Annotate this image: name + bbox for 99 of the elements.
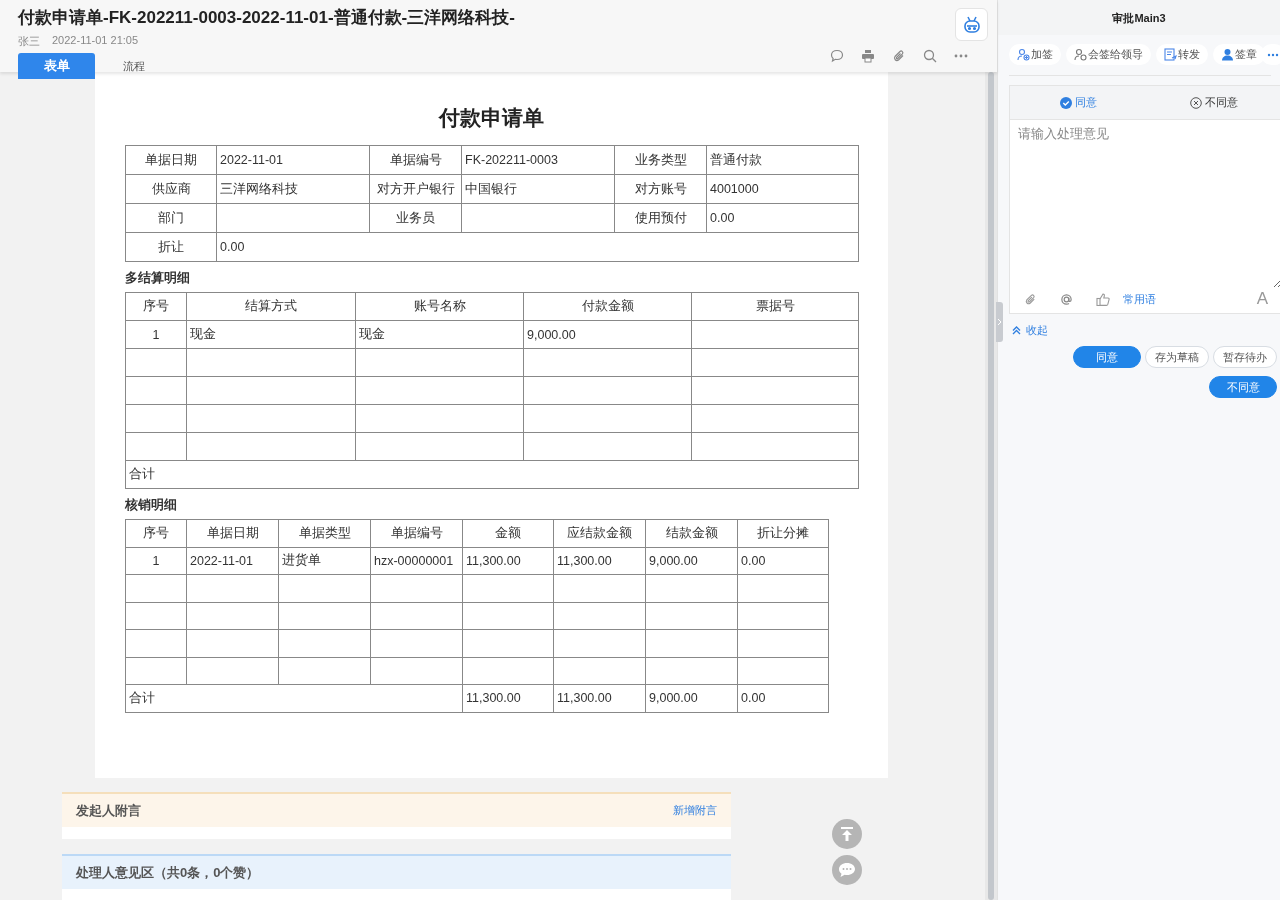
field-label: 业务员 bbox=[369, 203, 462, 233]
robot-icon bbox=[961, 14, 982, 35]
tab[interactable]: 表单 bbox=[18, 53, 95, 79]
column-header: 折让分摊 bbox=[737, 519, 829, 547]
section-title: 处理人意见区（共0条，0个赞） bbox=[76, 863, 260, 882]
section-title: 发起人附言 bbox=[76, 801, 141, 820]
user-icon bbox=[1221, 48, 1234, 61]
column-header: 付款金额 bbox=[523, 292, 692, 321]
paperclip-icon[interactable] bbox=[892, 49, 906, 63]
table-cell: 现金 bbox=[186, 320, 356, 349]
table-cell: hzx-00000001 bbox=[370, 547, 463, 575]
column-header: 票据号 bbox=[691, 292, 859, 321]
action-button[interactable]: 转发 bbox=[1156, 44, 1208, 65]
column-header: 单据编号 bbox=[370, 519, 463, 547]
total-label: 合计 bbox=[125, 460, 859, 489]
user-plus-icon bbox=[1017, 48, 1030, 61]
column-header: 序号 bbox=[125, 519, 187, 547]
field-value: 中国银行 bbox=[461, 174, 615, 204]
total-cell: 11,300.00 bbox=[553, 684, 646, 712]
column-header: 结算方式 bbox=[186, 292, 356, 321]
action-button[interactable]: 会签给领导 bbox=[1066, 44, 1151, 65]
collapse-link[interactable]: 收起 bbox=[1012, 323, 1048, 338]
table-cell: 0.00 bbox=[737, 547, 829, 575]
arrow-up-icon bbox=[839, 826, 855, 842]
total-cell: 9,000.00 bbox=[645, 684, 738, 712]
search-icon[interactable] bbox=[923, 49, 937, 63]
field-value: 0.00 bbox=[706, 203, 859, 233]
document-forward-icon bbox=[1164, 48, 1177, 61]
field-label: 供应商 bbox=[125, 174, 217, 204]
table-cell: 9,000.00 bbox=[645, 547, 738, 575]
column-header: 单据日期 bbox=[186, 519, 279, 547]
more-icon bbox=[1267, 52, 1279, 57]
section-title: 多结算明细 bbox=[125, 270, 191, 287]
common-phrases-link[interactable]: 常用语 bbox=[1123, 291, 1156, 307]
chat-button[interactable] bbox=[832, 855, 862, 885]
field-value: 0.00 bbox=[216, 232, 859, 262]
panel-collapse-handle[interactable] bbox=[996, 302, 1003, 342]
decision-tab[interactable]: 不同意 bbox=[1146, 86, 1280, 119]
panel-title: 审批Main3 bbox=[998, 0, 1280, 35]
action-button[interactable]: 签章 bbox=[1213, 44, 1265, 65]
chat-icon bbox=[838, 862, 856, 878]
column-header: 账号名称 bbox=[355, 292, 524, 321]
field-value: 4001000 bbox=[706, 174, 859, 204]
chevron-right-icon bbox=[997, 318, 1002, 326]
field-label: 单据编号 bbox=[369, 145, 462, 175]
table-cell: 1 bbox=[125, 547, 187, 575]
scrollbar-thumb[interactable] bbox=[988, 72, 994, 900]
mention-icon[interactable] bbox=[1060, 292, 1073, 306]
author-name: 张三 bbox=[18, 34, 40, 49]
column-header: 序号 bbox=[125, 292, 187, 321]
paperclip-icon[interactable] bbox=[1024, 292, 1037, 306]
thumbs-up-icon[interactable] bbox=[1096, 292, 1110, 306]
tab[interactable]: 流程 bbox=[95, 53, 172, 79]
column-header: 金额 bbox=[462, 519, 554, 547]
field-value: FK-202211-0003 bbox=[461, 145, 615, 175]
field-value: 三洋网络科技 bbox=[216, 174, 370, 204]
table-cell: 1 bbox=[125, 320, 187, 349]
field-value: 普通付款 bbox=[706, 145, 859, 175]
column-header: 结款金额 bbox=[645, 519, 738, 547]
field-label: 折让 bbox=[125, 232, 217, 262]
print-icon[interactable] bbox=[861, 49, 875, 63]
section-title: 核销明细 bbox=[125, 497, 178, 514]
table-cell: 现金 bbox=[355, 320, 524, 349]
field-value: 2022-11-01 bbox=[216, 145, 370, 175]
close-circle-icon bbox=[1190, 96, 1202, 109]
column-header: 应结款金额 bbox=[553, 519, 646, 547]
total-label: 合计 bbox=[125, 684, 463, 712]
action-button[interactable]: 不同意 bbox=[1209, 376, 1277, 398]
table-cell: 进货单 bbox=[278, 547, 371, 575]
total-cell: 11,300.00 bbox=[462, 684, 554, 712]
more-button[interactable] bbox=[1261, 44, 1280, 65]
table-cell: 2022-11-01 bbox=[186, 547, 279, 575]
action-button[interactable]: 存为草稿 bbox=[1145, 346, 1209, 368]
table-cell: 11,300.00 bbox=[553, 547, 646, 575]
created-time: 2022-11-01 21:05 bbox=[52, 34, 139, 48]
field-label: 使用预付 bbox=[614, 203, 707, 233]
back-to-top-button[interactable] bbox=[832, 819, 862, 849]
table-cell: 11,300.00 bbox=[462, 547, 554, 575]
double-chevron-up-icon bbox=[1012, 326, 1021, 335]
action-button[interactable]: 暂存待办 bbox=[1213, 346, 1277, 368]
field-label: 单据日期 bbox=[125, 145, 217, 175]
users-icon bbox=[1074, 48, 1087, 61]
column-header: 单据类型 bbox=[278, 519, 371, 547]
action-button[interactable]: 同意 bbox=[1073, 346, 1141, 368]
comment-icon[interactable] bbox=[830, 49, 844, 63]
action-button[interactable]: 加签 bbox=[1009, 44, 1061, 65]
assistant-button[interactable] bbox=[955, 8, 988, 41]
form-title: 付款申请单 bbox=[437, 105, 545, 131]
field-label: 对方开户银行 bbox=[369, 174, 462, 204]
field-label: 业务类型 bbox=[614, 145, 707, 175]
total-cell: 0.00 bbox=[737, 684, 829, 712]
decision-tab[interactable]: 同意 bbox=[1010, 86, 1146, 119]
field-label: 部门 bbox=[125, 203, 217, 233]
table-cell: 9,000.00 bbox=[523, 320, 692, 349]
check-circle-icon bbox=[1059, 96, 1072, 109]
more-icon[interactable] bbox=[954, 54, 968, 58]
field-label: 对方账号 bbox=[614, 174, 707, 204]
document-title: 付款申请单-FK-202211-0003-2022-11-01-普通付款-三洋网络科技- bbox=[18, 7, 515, 29]
add-note-link[interactable]: 新增附言 bbox=[673, 803, 717, 818]
